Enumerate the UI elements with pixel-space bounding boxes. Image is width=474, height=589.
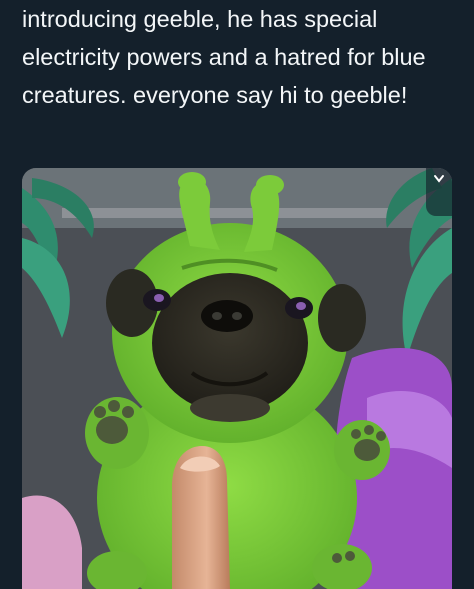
chevron-down-icon: [434, 175, 444, 183]
tweet-screenshot: introducing geeble, he has special elect…: [0, 0, 474, 589]
post-text: introducing geeble, he has special elect…: [22, 6, 426, 108]
post-image[interactable]: [22, 168, 452, 589]
media-menu-button[interactable]: [426, 168, 452, 216]
green-pug-illustration: [22, 168, 452, 589]
